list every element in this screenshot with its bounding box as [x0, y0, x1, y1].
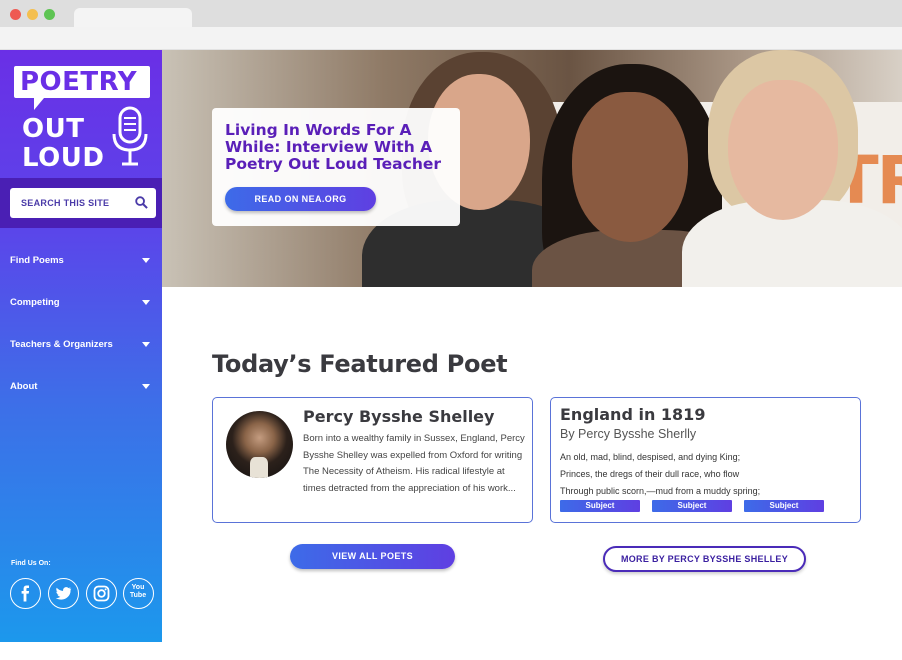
sidebar-item-label: Teachers & Organizers	[10, 339, 113, 350]
youtube-icon[interactable]: You Tube	[123, 578, 154, 609]
poem-line: Princes, the dregs of their dull race, w…	[560, 469, 740, 479]
search-input[interactable]: SEARCH THIS SITE	[10, 188, 156, 218]
sidebar-item-teachers-organizers[interactable]: Teachers & Organizers	[0, 330, 162, 372]
instagram-icon[interactable]	[86, 578, 117, 609]
poem-author: By Percy Bysshe Sherlly	[560, 427, 697, 441]
logo-bubble-tail	[34, 98, 54, 110]
poem-excerpt: An old, mad, blind, despised, and dying …	[560, 449, 855, 500]
poet-name[interactable]: Percy Bysshe Shelley	[303, 407, 494, 426]
more-by-poet-button[interactable]: MORE BY PERCY BYSSHE SHELLEY	[603, 546, 806, 572]
sidebar-item-competing[interactable]: Competing	[0, 288, 162, 330]
sidebar-item-label: Competing	[10, 297, 60, 308]
sidebar-item-about[interactable]: About	[0, 372, 162, 414]
subject-tag[interactable]: Subject	[652, 500, 732, 512]
view-all-poets-button[interactable]: VIEW ALL POETS	[290, 544, 455, 569]
hero-card: Living In Words For A While: Interview W…	[212, 108, 460, 226]
twitter-icon[interactable]	[48, 578, 79, 609]
portrait-collar	[250, 457, 268, 478]
read-on-nea-button[interactable]: READ ON NEA.ORG	[225, 187, 376, 211]
search-area: SEARCH THIS SITE	[0, 178, 162, 228]
minimize-window-button[interactable]	[27, 9, 38, 20]
chevron-down-icon	[142, 300, 150, 305]
section-heading: Today’s Featured Poet	[212, 350, 508, 378]
chevron-down-icon	[142, 384, 150, 389]
subject-tag[interactable]: Subject	[744, 500, 824, 512]
microphone-icon	[112, 106, 148, 166]
browser-chrome	[0, 0, 902, 50]
logo-word-poetry: POETRY	[20, 67, 138, 97]
chevron-down-icon	[142, 258, 150, 263]
search-placeholder: SEARCH THIS SITE	[21, 198, 110, 208]
poet-bio: Born into a wealthy family in Sussex, En…	[303, 433, 525, 494]
sidebar-item-label: About	[10, 381, 38, 392]
address-bar[interactable]	[0, 27, 902, 50]
poem-line: Through public scorn,—mud from a muddy s…	[560, 486, 761, 496]
featured-poem-card[interactable]: England in 1819 By Percy Bysshe Sherlly …	[550, 397, 861, 523]
site-logo[interactable]: POETRY OUT LOUD	[14, 66, 152, 176]
sidebar-item-label: Find Poems	[10, 255, 64, 266]
hero-photo-person	[728, 80, 838, 220]
subject-tag[interactable]: Subject	[560, 500, 640, 512]
chevron-down-icon	[142, 342, 150, 347]
poem-line: An old, mad, blind, despised, and dying …	[560, 452, 741, 462]
sidebar-nav: Find Poems Competing Teachers & Organize…	[0, 246, 162, 414]
hero-title[interactable]: Living In Words For A While: Interview W…	[225, 122, 455, 173]
logo-word-loud: LOUD	[22, 143, 105, 173]
browser-tab[interactable]	[74, 8, 192, 27]
sidebar-item-find-poems[interactable]: Find Poems	[0, 246, 162, 288]
poet-portrait	[226, 411, 293, 478]
hero-photo-person	[572, 92, 688, 242]
facebook-icon[interactable]	[10, 578, 41, 609]
poem-title[interactable]: England in 1819	[560, 405, 705, 424]
featured-poet-card[interactable]: Percy Bysshe Shelley Born into a wealthy…	[212, 397, 533, 523]
close-window-button[interactable]	[10, 9, 21, 20]
browser-window: POETRY OUT LOUD SEARCH THIS SITE Find Po…	[0, 0, 902, 660]
search-icon[interactable]	[135, 196, 148, 209]
hero-banner: POETR Living In Words For A While: Inter…	[162, 50, 902, 287]
youtube-label: You Tube	[129, 584, 147, 599]
sidebar: POETRY OUT LOUD SEARCH THIS SITE Find Po…	[0, 50, 162, 642]
logo-word-out: OUT	[22, 114, 85, 144]
find-us-label: Find Us On:	[11, 560, 51, 567]
maximize-window-button[interactable]	[44, 9, 55, 20]
